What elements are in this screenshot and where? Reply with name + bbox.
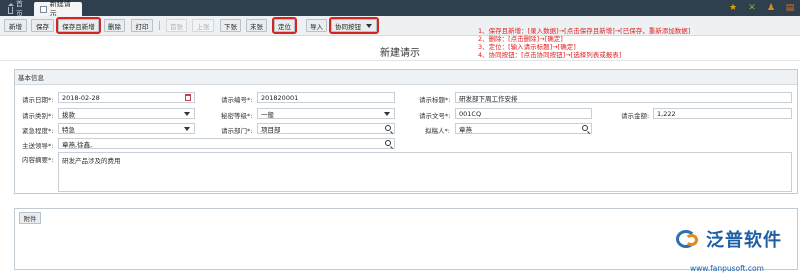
urgency-value: 特急 — [62, 125, 75, 134]
request-no-label: 请示编号*: — [221, 96, 253, 104]
secret-value: 一般 — [261, 110, 274, 119]
summary-label: 内容摘要*: — [22, 156, 54, 164]
category-value: 拨款 — [62, 110, 75, 119]
leaders-value: 章燕,徐鑫, — [62, 140, 93, 149]
request-no-value: 201820001 — [261, 93, 299, 102]
drafter-label: 拟稿人*: — [425, 127, 450, 135]
locate-button[interactable]: 定位 — [272, 17, 297, 34]
annotation-line: 2、删除：[点击删除]→[确定] — [478, 35, 563, 43]
annotation-line: 1、保存且新增：[录入数据]→[点击保存且新增]→[已保存，重新添加数据] — [478, 27, 691, 35]
category-label: 请示类别*: — [22, 112, 54, 120]
department-field[interactable]: 项目部 — [257, 123, 395, 134]
brand-logo: 泛普软件 — [676, 226, 782, 252]
new-button[interactable]: 新增 — [4, 19, 27, 32]
section-title: 基本信息 — [15, 70, 797, 85]
prev-button[interactable]: 上张 — [192, 19, 214, 32]
menu-icon[interactable]: ▤ — [784, 2, 796, 14]
collab-button[interactable]: 协同按钮 — [329, 17, 379, 34]
secret-label: 秘密等级*: — [221, 112, 253, 120]
doc-no-value: 001CQ — [459, 109, 482, 118]
chevron-down-icon — [366, 24, 372, 28]
last-button[interactable]: 末张 — [246, 19, 267, 32]
top-tab-bar: 首页 新建请示 ★ ✕ ♟ ▤ — [0, 0, 800, 18]
tab-home[interactable]: 首页 — [2, 0, 30, 18]
print-button[interactable]: 打印 — [131, 19, 153, 32]
leaders-field[interactable]: 章燕,徐鑫, — [58, 138, 395, 149]
logo-url: www.fanpusoft.com — [690, 264, 764, 273]
request-subject-label: 请示标题*: — [419, 96, 451, 104]
amount-field[interactable]: 1,222 — [653, 108, 792, 119]
department-value: 项目部 — [261, 125, 281, 134]
save-and-new-button[interactable]: 保存且新增 — [56, 17, 101, 34]
urgency-label: 紧急程度*: — [22, 127, 54, 135]
leaders-label: 主送领导*: — [22, 142, 54, 150]
search-icon[interactable] — [582, 125, 588, 131]
tab-new-request[interactable]: 新建请示 — [34, 0, 82, 18]
delete-button[interactable]: 删除 — [104, 19, 125, 32]
document-icon — [40, 5, 47, 13]
home-icon — [8, 2, 14, 14]
request-date-label: 请示日期*: — [22, 96, 54, 104]
calendar-icon[interactable] — [185, 94, 191, 101]
collab-button-label: 协同按钮 — [335, 22, 361, 31]
amount-value: 1,222 — [657, 109, 676, 118]
logo-mark-icon — [676, 228, 702, 250]
chevron-down-icon — [184, 127, 190, 131]
next-button[interactable]: 下张 — [220, 19, 241, 32]
urgency-select[interactable]: 特急 — [58, 123, 195, 134]
users-icon[interactable]: ♟ — [765, 2, 777, 14]
request-subject-field[interactable]: 研发部下周工作安排 — [455, 92, 792, 103]
request-no-field[interactable]: 201820001 — [257, 92, 395, 103]
chevron-down-icon — [384, 112, 390, 116]
doc-no-field[interactable]: 001CQ — [455, 108, 592, 119]
toolbar-separator — [159, 21, 160, 30]
page-title: 新建请示 — [380, 48, 420, 59]
attachment-button[interactable]: 附件 — [19, 212, 41, 224]
star-icon[interactable]: ★ — [727, 2, 739, 14]
search-icon[interactable] — [385, 125, 391, 131]
secret-select[interactable]: 一般 — [257, 108, 395, 119]
top-right-icons: ★ ✕ ♟ ▤ — [727, 2, 796, 14]
request-date-value: 2018-02-28 — [62, 93, 100, 102]
department-label: 请示部门*: — [221, 127, 253, 135]
title-divider — [0, 60, 800, 61]
request-date-field[interactable]: 2018-02-28 — [58, 92, 195, 103]
amount-label: 请示金额: — [621, 112, 650, 120]
drafter-value: 章燕 — [459, 125, 472, 134]
category-select[interactable]: 拨款 — [58, 108, 195, 119]
basic-info-panel: 基本信息 请示日期*: 2018-02-28 请示编号*: 201820001 … — [14, 69, 798, 194]
summary-textarea[interactable]: 研发产品涉及的费用 — [58, 152, 792, 192]
expand-icon[interactable]: ✕ — [746, 2, 758, 14]
doc-no-label: 请示文号*: — [419, 112, 451, 120]
first-button[interactable]: 首张 — [166, 19, 187, 32]
chevron-down-icon — [184, 112, 190, 116]
search-icon[interactable] — [385, 140, 391, 146]
drafter-field[interactable]: 章燕 — [455, 123, 592, 134]
request-subject-value: 研发部下周工作安排 — [459, 94, 518, 103]
logo-name: 泛普软件 — [706, 230, 782, 251]
save-button[interactable]: 保存 — [31, 19, 54, 32]
import-button[interactable]: 导入 — [306, 19, 327, 32]
